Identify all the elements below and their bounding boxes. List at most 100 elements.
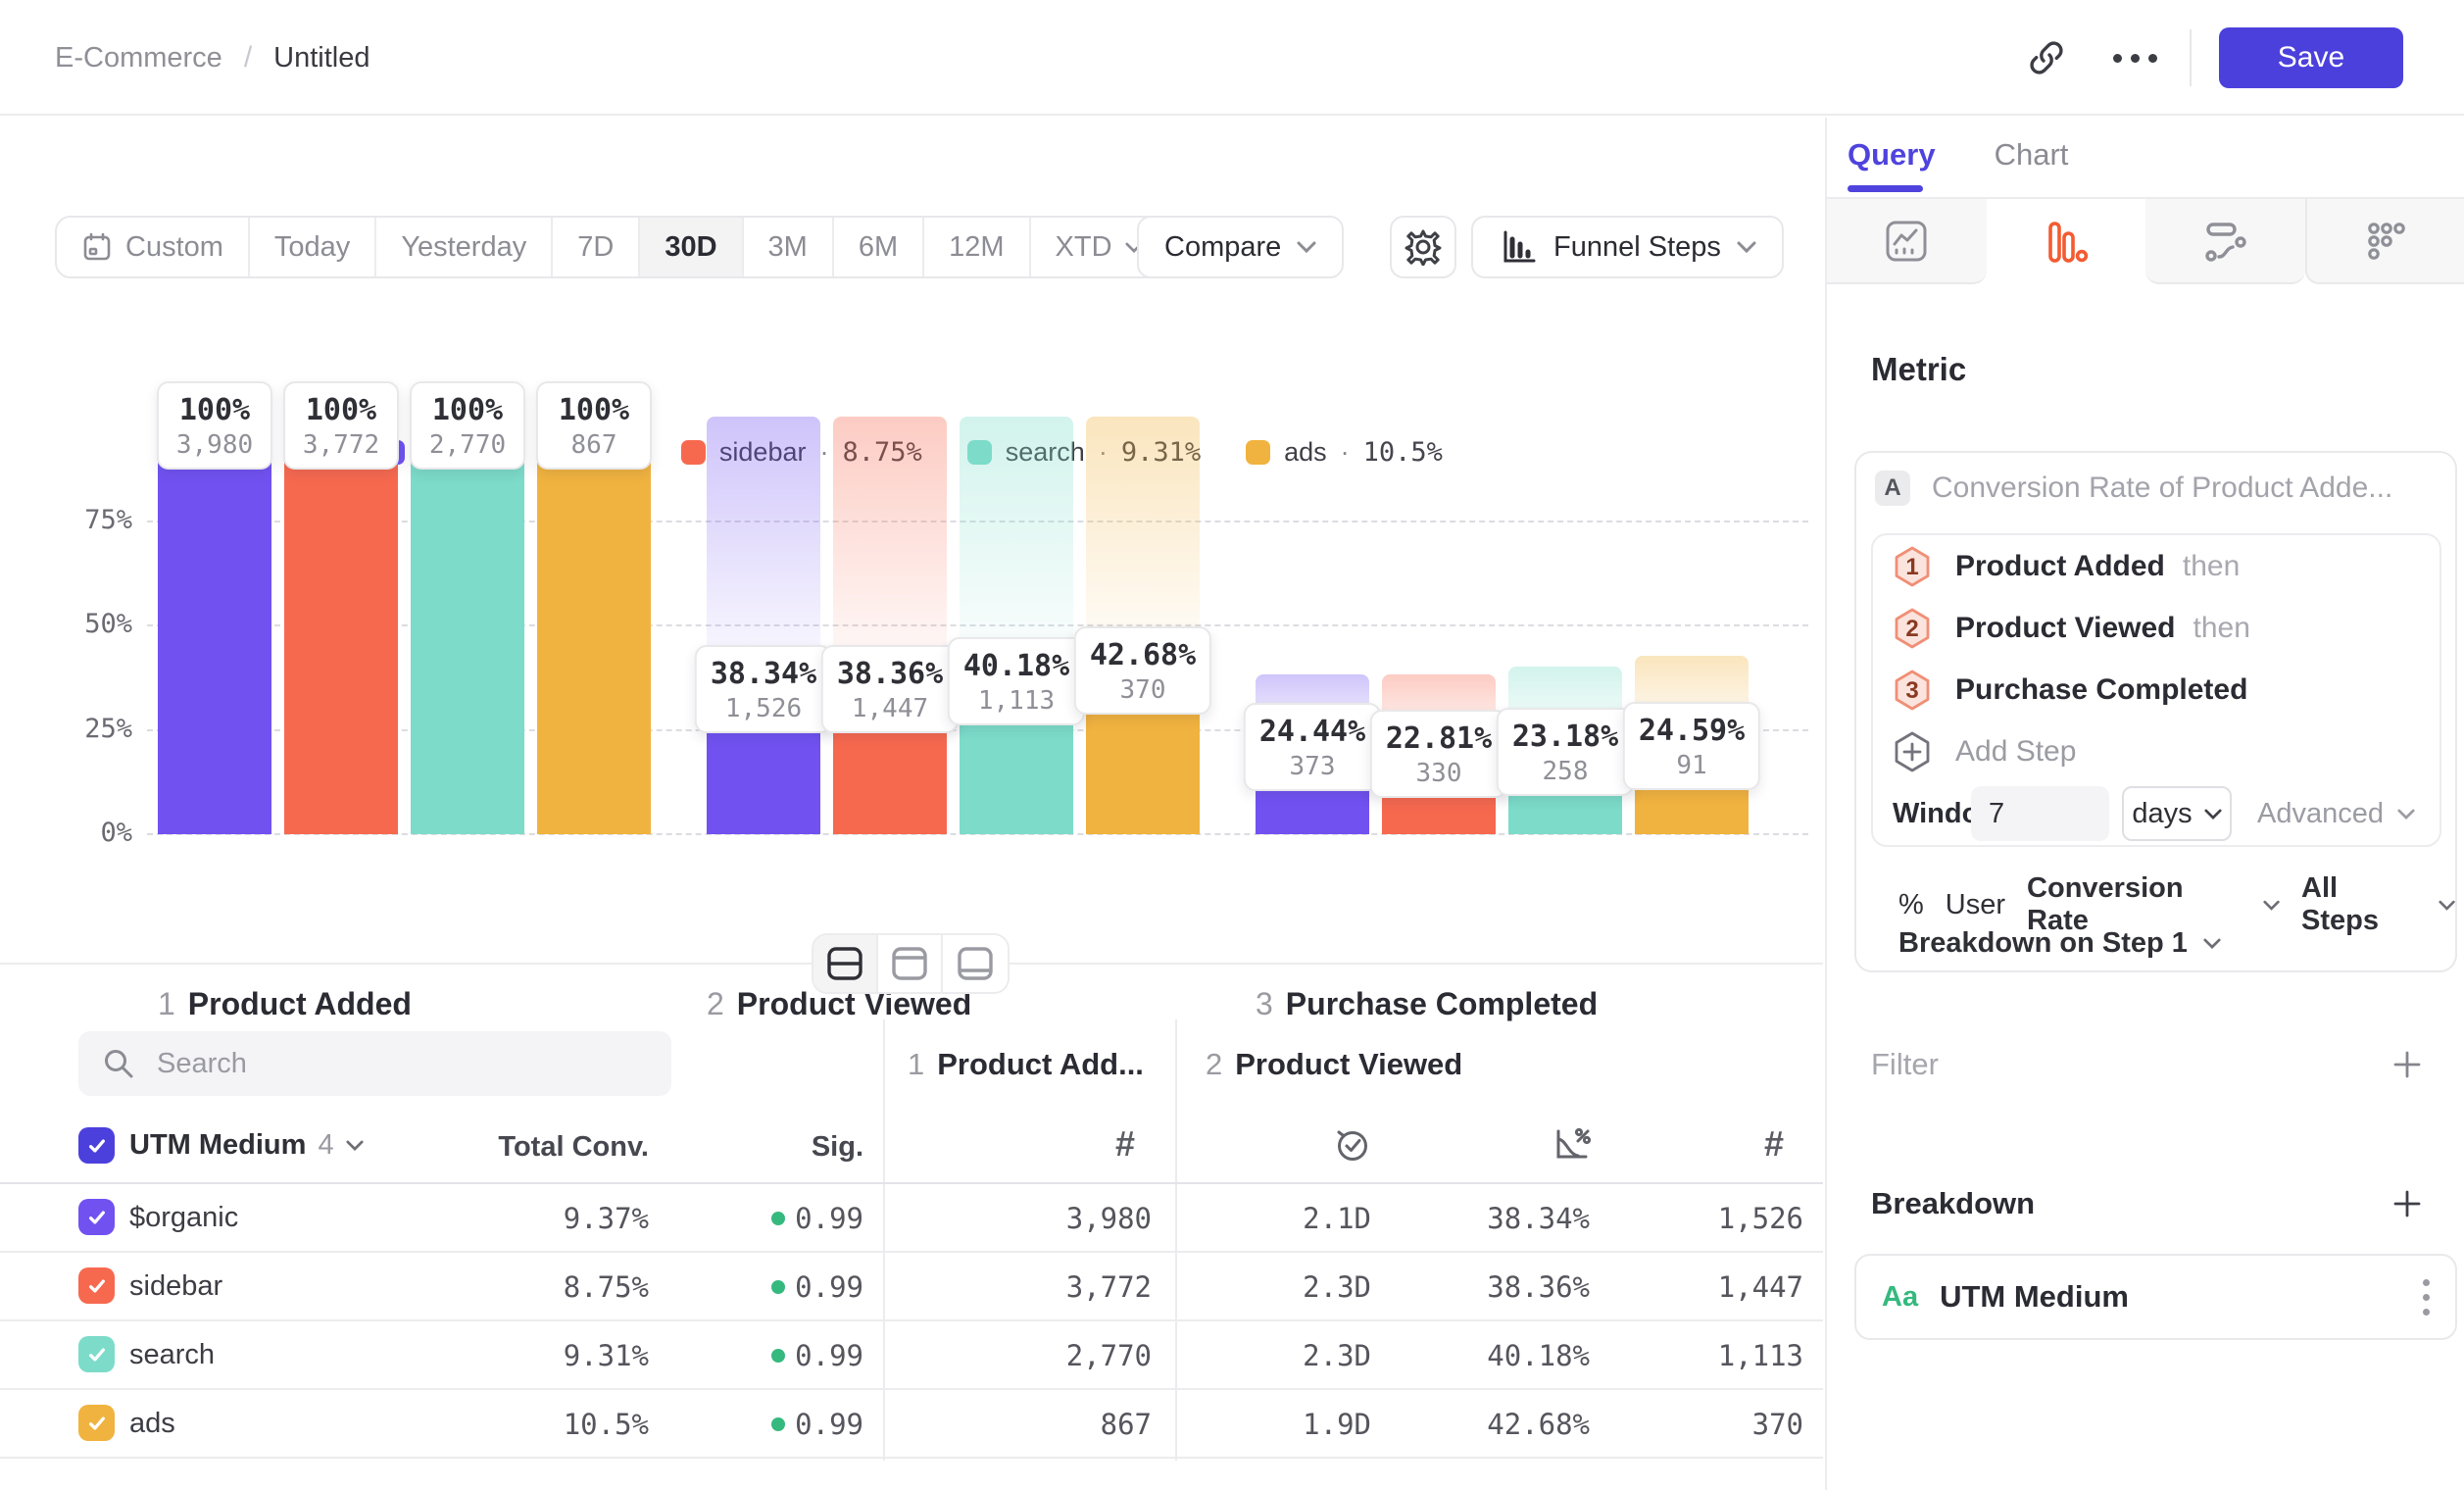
row-name: search — [129, 1339, 215, 1371]
window-unit-select[interactable]: days — [2122, 786, 2232, 841]
breakdown-item[interactable]: Aa UTM Medium — [1854, 1254, 2457, 1340]
report-tab-insights[interactable] — [1827, 199, 1987, 284]
step2-count-cell: 1,526 — [1718, 1202, 1803, 1235]
row-checkbox[interactable] — [78, 1199, 115, 1235]
sig-header[interactable]: Sig. — [812, 1131, 863, 1164]
table-group-step2[interactable]: 2Product Viewed — [1206, 1047, 1462, 1082]
table-body: $organic9.37%0.993,9802.1D38.34%1,526sid… — [0, 1184, 1823, 1459]
range-custom[interactable]: Custom — [57, 218, 250, 276]
funnel-converted-bar[interactable] — [537, 417, 651, 834]
legend-swatch — [681, 440, 706, 465]
svg-text:1: 1 — [1905, 554, 1918, 580]
report-tab-flows[interactable] — [2145, 199, 2305, 284]
funnel-dropoff-bar[interactable] — [707, 417, 820, 678]
step1-count-cell: 3,772 — [1066, 1270, 1152, 1304]
chart-type-button[interactable]: Funnel Steps — [1471, 216, 1784, 278]
bar-value-label: 100%867 — [536, 381, 652, 470]
count-column-icon[interactable]: # — [1115, 1123, 1135, 1165]
range-7d[interactable]: 7D — [553, 218, 640, 276]
step-name: Purchase Completed — [1286, 986, 1598, 1022]
kebab-menu-icon[interactable] — [2423, 1279, 2430, 1316]
range-today[interactable]: Today — [250, 218, 376, 276]
funnel-dropoff-bar[interactable] — [960, 417, 1073, 670]
range-12m[interactable]: 12M — [924, 218, 1030, 276]
step-number-hexagon-icon: 1 — [1893, 545, 1932, 588]
chart-settings-button[interactable] — [1390, 216, 1456, 278]
funnel-converted-bar[interactable] — [158, 417, 271, 834]
query-step-row[interactable]: 1Product Addedthen — [1873, 535, 2439, 597]
report-tab-funnels[interactable] — [1987, 199, 2146, 284]
metric-heading: Metric — [1871, 351, 1966, 388]
add-step-button[interactable]: Add Step — [1873, 720, 2439, 782]
step-number: 3 — [1256, 986, 1273, 1022]
window-value-input[interactable]: 7 — [1971, 786, 2109, 841]
query-step-row[interactable]: 2Product Viewedthen — [1873, 597, 2439, 659]
range-6m[interactable]: 6M — [834, 218, 924, 276]
step2-count-cell: 1,113 — [1718, 1339, 1803, 1372]
layout-split-button[interactable] — [813, 935, 878, 992]
more-options-button[interactable] — [2103, 26, 2166, 89]
breakdown-column-header[interactable]: UTM Medium 4 — [129, 1129, 364, 1162]
bar-count: 867 — [552, 429, 636, 462]
save-button[interactable]: Save — [2219, 27, 2403, 88]
funnel-dropoff-bar[interactable] — [1086, 417, 1200, 660]
range-30d[interactable]: 30D — [640, 218, 743, 276]
avg-time-cell: 2.1D — [1303, 1202, 1371, 1235]
y-axis-tick: 50% — [0, 609, 132, 639]
step-number: 2 — [707, 986, 724, 1022]
bar-value-label: 100%3,772 — [283, 381, 399, 470]
layout-table-only-button[interactable] — [943, 935, 1008, 992]
table-header-row: UTM Medium 4 Total Conv. Sig. # # — [0, 1112, 1823, 1184]
bar-value-label: 38.36%1,447 — [821, 645, 959, 733]
bar-count: 258 — [1512, 756, 1618, 788]
table-group-step1[interactable]: 1Product Add... — [908, 1047, 1144, 1082]
range-yesterday[interactable]: Yesterday — [376, 218, 553, 276]
step-number: 1 — [158, 986, 175, 1022]
breakdown-section: Breakdown — [1871, 1186, 2423, 1221]
row-checkbox[interactable] — [78, 1405, 115, 1441]
legend-item[interactable]: ads·10.5% — [1246, 437, 1443, 468]
entity-selector[interactable]: User — [1946, 889, 2005, 921]
compare-button[interactable]: Compare — [1137, 216, 1344, 278]
link-icon — [2027, 38, 2066, 77]
conv-rate-cell: 40.18% — [1487, 1339, 1590, 1372]
search-input[interactable] — [157, 1048, 627, 1080]
total-conv-header[interactable]: Total Conv. — [498, 1131, 649, 1164]
tab-query[interactable]: Query — [1848, 137, 1936, 173]
bar-percent: 23.18% — [1512, 719, 1618, 756]
total-conv-cell: 9.31% — [564, 1339, 649, 1372]
advanced-toggle[interactable]: Advanced — [2257, 798, 2415, 830]
tab-chart[interactable]: Chart — [1995, 137, 2069, 173]
legend-percent: 10.5% — [1363, 437, 1443, 468]
conv-rate-column-icon[interactable] — [1551, 1123, 1592, 1165]
scope-selector[interactable]: All Steps — [2301, 872, 2417, 937]
query-step-row[interactable]: 3Purchase Completed — [1873, 659, 2439, 720]
funnel-converted-bar[interactable] — [284, 417, 398, 834]
breadcrumb-project[interactable]: E-Commerce — [55, 42, 222, 74]
search-icon — [102, 1047, 135, 1080]
metric-row[interactable]: A Conversion Rate of Product Adde... — [1875, 471, 2392, 506]
count-column-icon[interactable]: # — [1764, 1123, 1784, 1165]
report-tab-retention[interactable] — [2305, 199, 2464, 284]
conversion-window-row: Window 7 days Advanced — [1873, 782, 2439, 845]
bar-percent: 38.36% — [837, 656, 943, 693]
share-link-button[interactable] — [2015, 26, 2078, 89]
select-all-checkbox[interactable] — [78, 1127, 115, 1164]
bar-count: 330 — [1386, 758, 1492, 790]
layout-chart-only-button[interactable] — [878, 935, 943, 992]
table-row: sidebar8.75%0.993,7722.3D38.36%1,447 — [0, 1253, 1823, 1321]
row-checkbox[interactable] — [78, 1336, 115, 1372]
add-filter-button[interactable] — [2391, 1049, 2423, 1080]
retention-icon — [2364, 219, 2409, 264]
breadcrumb-title[interactable]: Untitled — [273, 42, 370, 74]
row-checkbox[interactable] — [78, 1267, 115, 1304]
avg-time-column-icon[interactable] — [1331, 1123, 1372, 1165]
add-breakdown-button[interactable] — [2391, 1188, 2423, 1219]
breakdown-on-selector[interactable]: Breakdown on Step 1 — [1898, 927, 2221, 960]
range-label: 6M — [859, 231, 898, 264]
y-axis-tick: 25% — [0, 714, 132, 744]
funnel-dropoff-bar[interactable] — [833, 417, 947, 678]
range-3m[interactable]: 3M — [744, 218, 834, 276]
funnel-converted-bar[interactable] — [411, 417, 524, 834]
funnels-icon — [2044, 220, 2089, 265]
